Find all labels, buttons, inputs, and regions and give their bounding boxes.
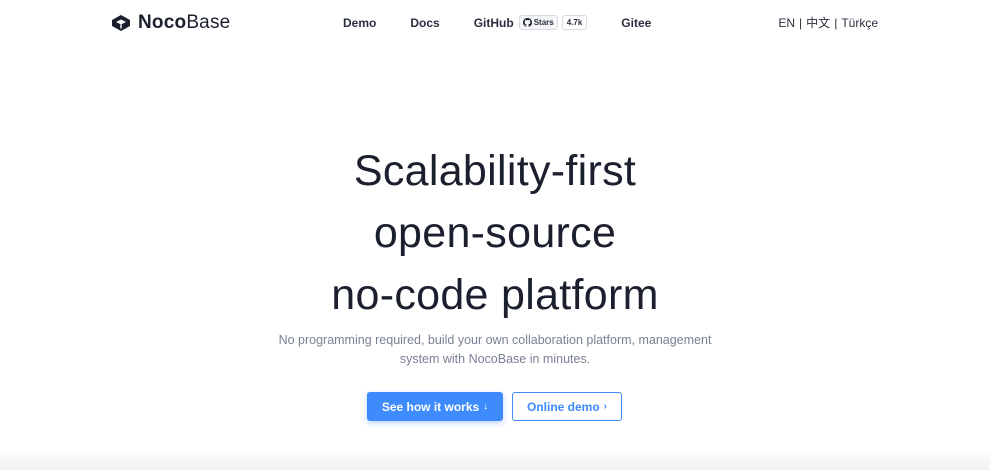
brand-name-bold: Noco bbox=[138, 12, 187, 33]
stars-count[interactable]: 4.7k bbox=[561, 15, 588, 30]
hero-title-line-1: Scalability-first bbox=[353, 147, 637, 195]
nav-gitee[interactable]: Gitee bbox=[621, 16, 651, 30]
chevron-right-icon: › bbox=[603, 400, 608, 412]
see-how-it-works-button[interactable]: See how it works ↓ bbox=[367, 392, 503, 421]
stars-label: Stars bbox=[533, 18, 554, 27]
lang-separator: | bbox=[834, 15, 838, 30]
nocobase-cube-icon bbox=[110, 14, 132, 32]
lang-zh[interactable]: 中文 bbox=[806, 14, 830, 31]
lang-tr[interactable]: Türkçe bbox=[841, 16, 878, 30]
site-header: NocoBase Demo Docs GitHub Stars 4.7k Git… bbox=[0, 0, 990, 44]
hero-title-line-3: no-code platform bbox=[331, 271, 659, 319]
lang-separator: | bbox=[799, 15, 803, 30]
online-demo-label: Online demo bbox=[526, 399, 600, 414]
brand-logo[interactable]: NocoBase bbox=[110, 12, 230, 34]
nav-github[interactable]: GitHub bbox=[474, 16, 514, 30]
nav-demo[interactable]: Demo bbox=[343, 16, 376, 30]
lang-en[interactable]: EN bbox=[778, 16, 795, 30]
github-stars-button[interactable]: Stars bbox=[518, 15, 558, 30]
hero-subtitle-line-1: No programming required, build your own … bbox=[278, 333, 712, 347]
page: NocoBase Demo Docs GitHub Stars 4.7k Git… bbox=[0, 0, 990, 470]
language-switcher: EN | 中文 | Türkçe bbox=[778, 14, 878, 31]
bottom-shadow bbox=[0, 450, 990, 470]
brand-name: NocoBase bbox=[138, 12, 230, 34]
hero-subtitle: No programming required, build your own … bbox=[0, 331, 990, 369]
arrow-down-icon: ↓ bbox=[483, 400, 489, 412]
brand-name-light: Base bbox=[186, 12, 231, 33]
hero-title-line-2: open-source bbox=[373, 209, 617, 257]
nav-docs[interactable]: Docs bbox=[410, 16, 439, 30]
hero-title: Scalability-first open-source no-code pl… bbox=[0, 140, 990, 326]
see-how-it-works-label: See how it works bbox=[381, 399, 480, 414]
cta-group: See how it works ↓ Online demo › bbox=[367, 392, 622, 421]
main-nav: Demo Docs GitHub Stars 4.7k Gitee bbox=[343, 15, 651, 30]
github-group: GitHub Stars 4.7k bbox=[474, 15, 588, 30]
github-icon bbox=[522, 18, 532, 27]
online-demo-button[interactable]: Online demo › bbox=[512, 392, 622, 421]
hero-subtitle-line-2: system with NocoBase in minutes. bbox=[399, 352, 591, 366]
